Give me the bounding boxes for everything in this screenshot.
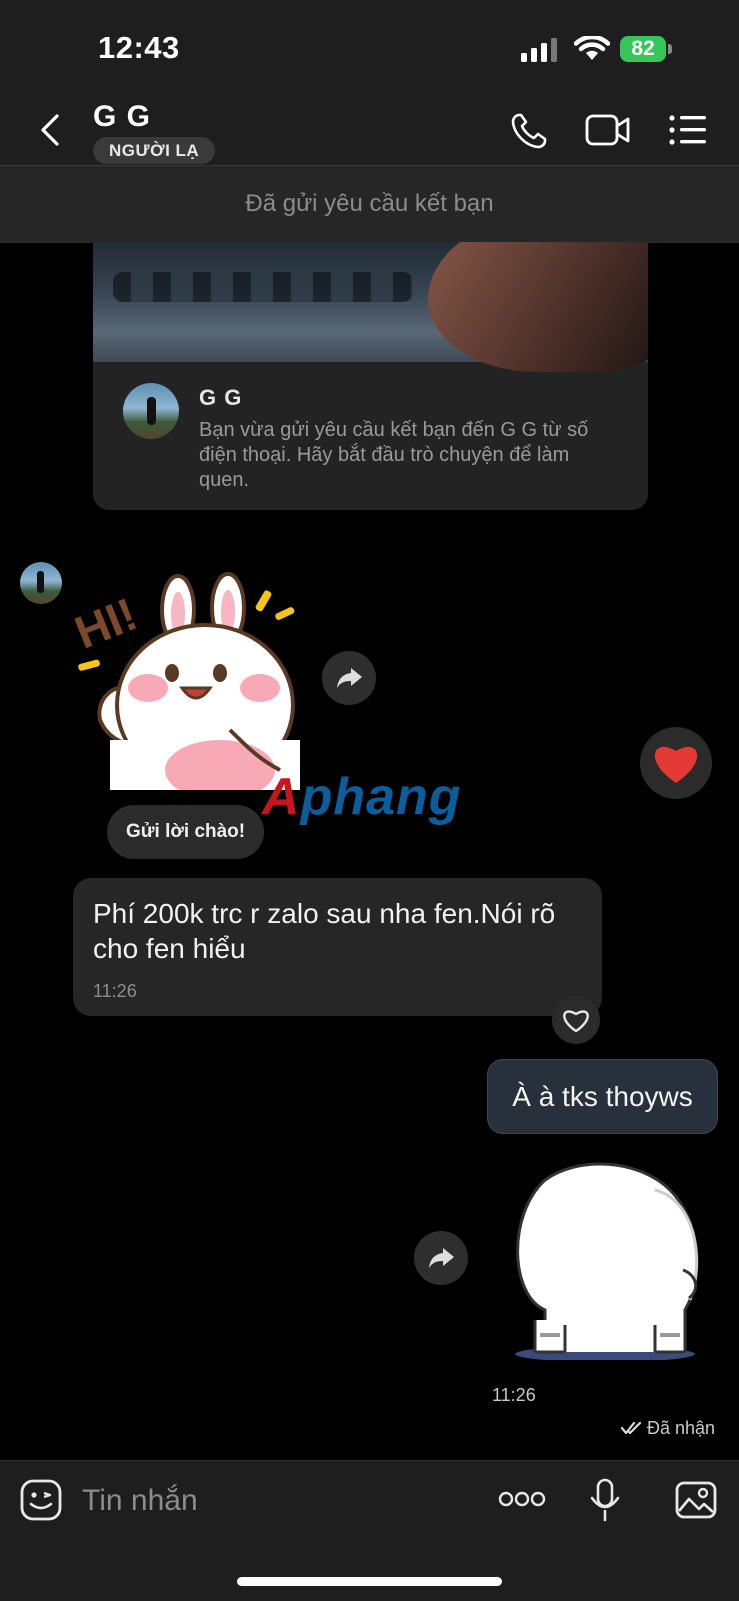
card-contact-name: G G [199, 385, 243, 410]
cellular-signal-icon [521, 38, 557, 62]
delivery-status-text: Đã nhận [647, 1418, 716, 1438]
stranger-badge: NGƯỜI LẠ [93, 137, 216, 164]
video-call-icon[interactable] [585, 113, 631, 147]
double-check-icon [620, 1421, 642, 1435]
delivery-status: Đã nhận [620, 1418, 716, 1439]
cover-photo-hand [428, 242, 648, 372]
image-gallery-icon[interactable] [675, 1481, 717, 1519]
avatar-person [37, 571, 44, 593]
wifi-icon [574, 36, 610, 60]
card-description: Bạn vừa gửi yêu cầu kết bạn đến G G từ s… [199, 419, 589, 491]
friend-request-sent-bar: Đã gửi yêu cầu kết bạn [0, 166, 739, 243]
sticker-bunny-hi[interactable]: HI! [70, 570, 310, 790]
sticker-white-blob[interactable] [505, 1160, 715, 1360]
battery-indicator: 82 [620, 36, 666, 62]
message-text: Phí 200k trc r zalo sau nha fen.Nói rõ c… [93, 898, 556, 964]
contact-name[interactable]: G G [93, 100, 151, 134]
incoming-message-bubble[interactable]: Phí 200k trc r zalo sau nha fen.Nói rõ c… [73, 878, 602, 1016]
share-arrow-icon [337, 668, 362, 688]
cover-photo [93, 242, 648, 372]
heart-icon [654, 746, 698, 783]
sender-avatar[interactable] [20, 562, 62, 604]
heart-outline-icon [563, 1010, 589, 1033]
intro-card[interactable]: G G Bạn vừa gửi yêu cầu kết bạn đến G G … [93, 242, 648, 510]
forward-sticker-button[interactable] [322, 651, 376, 705]
phone-call-icon[interactable] [510, 112, 548, 150]
cover-photo-rocks [113, 272, 413, 302]
forward-sticker-button[interactable] [414, 1231, 468, 1285]
menu-list-icon[interactable] [669, 114, 707, 146]
sticker-time: 11:26 [492, 1385, 536, 1405]
microphone-icon[interactable] [590, 1478, 620, 1522]
more-options-icon[interactable] [498, 1489, 546, 1509]
react-heart-button[interactable] [552, 996, 600, 1044]
emoji-sticker-icon[interactable] [20, 1479, 62, 1521]
share-arrow-icon [429, 1248, 454, 1268]
battery-tip [668, 44, 672, 54]
heart-reaction-button[interactable] [640, 727, 712, 799]
message-time: 11:26 [93, 981, 137, 1001]
back-arrow-icon[interactable] [38, 113, 62, 147]
greeting-chip-button[interactable]: Gửi lời chào! [107, 805, 265, 859]
message-input[interactable]: Tin nhắn [82, 1484, 198, 1518]
avatar-person [147, 397, 156, 425]
status-time: 12:43 [98, 30, 180, 65]
card-avatar[interactable] [123, 383, 179, 439]
outgoing-message-bubble[interactable]: À à tks thoyws [487, 1059, 718, 1134]
message-text: À à tks thoyws [512, 1081, 693, 1112]
home-indicator [237, 1577, 502, 1586]
watermark-part-2: phang [300, 768, 462, 826]
sticker-caption: HI! [70, 587, 144, 658]
watermark-logo: Aphang [262, 767, 462, 827]
watermark-part-1: A [262, 768, 301, 826]
